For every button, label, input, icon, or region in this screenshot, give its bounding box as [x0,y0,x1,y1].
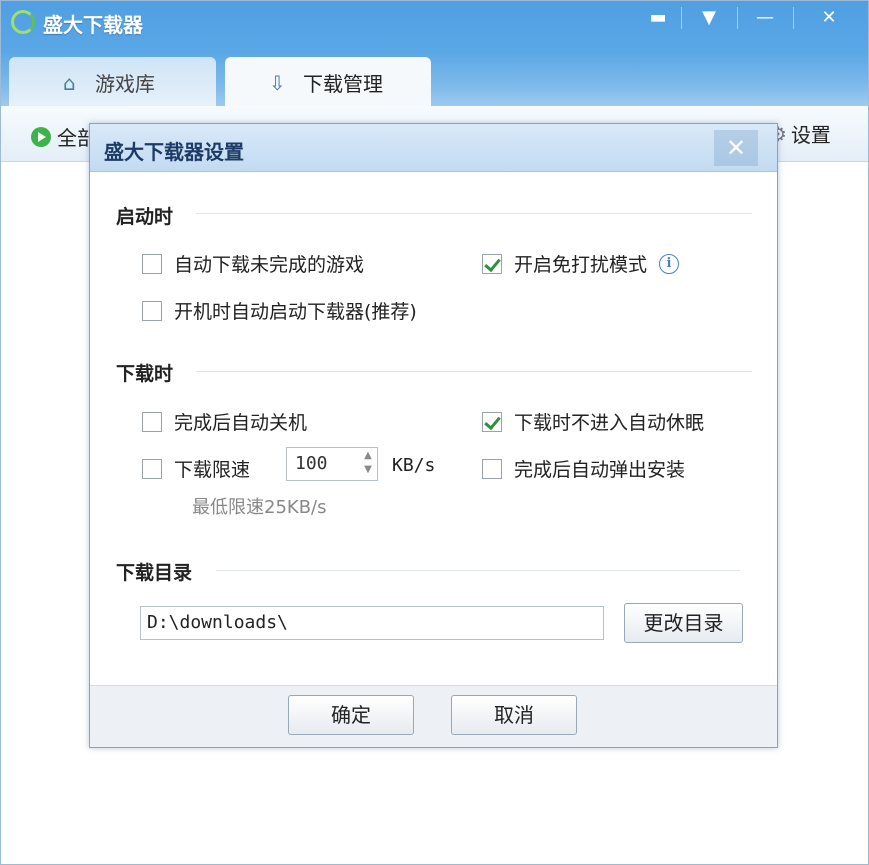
section-heading-startup: 启动时 [116,206,174,228]
option-label: 完成后自动关机 [174,412,308,434]
tab-download-manager[interactable]: ⇩ 下载管理 [225,57,431,107]
section-heading-directory: 下载目录 [116,562,193,584]
change-directory-button[interactable]: 更改目录 [624,603,743,643]
option-label: 下载时不进入自动休眠 [514,412,705,434]
start-all-button[interactable]: 全部 [31,122,97,151]
download-directory-input[interactable]: D:\downloads\ [140,606,604,640]
option-label: 开启免打扰模式 [514,254,648,276]
speed-unit: KB/s [392,455,436,476]
option-auto-download[interactable]: 自动下载未完成的游戏 [142,250,364,277]
home-icon: ⌂ [63,71,76,95]
checkbox[interactable] [142,300,162,321]
divider [196,213,752,214]
chat-icon[interactable]: ▬ [638,3,678,33]
checkbox[interactable] [142,458,162,479]
title-bar: 盛大下载器 ▬ ▼ — ✕ ⌂ 游戏库 ⇩ 下载管理 [1,1,868,113]
dialog-footer: 确定 取消 [90,685,777,747]
settings-dialog: 盛大下载器设置 ✕ 启动时 自动下载未完成的游戏 开启免打扰模式 i 开机时自动… [89,123,778,748]
close-icon[interactable]: ✕ [714,130,758,166]
dialog-title: 盛大下载器设置 [104,140,244,164]
window-separator [793,7,794,29]
menu-dropdown-icon[interactable]: ▼ [689,3,729,33]
section-heading-downloading: 下载时 [116,363,174,385]
option-shutdown[interactable]: 完成后自动关机 [142,408,307,435]
option-auto-install[interactable]: 完成后自动弹出安装 [482,455,685,482]
option-label: 完成后自动弹出安装 [514,459,686,481]
divider [216,570,740,571]
settings-label: 设置 [790,123,831,147]
checkbox[interactable] [482,458,502,479]
dialog-header: 盛大下载器设置 ✕ [90,124,777,172]
close-window-icon[interactable]: ✕ [809,3,849,33]
option-label: 开机时自动启动下载器(推荐) [174,301,417,323]
option-do-not-disturb[interactable]: 开启免打扰模式 i [482,250,680,277]
play-icon [31,126,51,147]
divider [196,371,752,372]
tab-label: 游戏库 [95,71,155,96]
checkbox[interactable] [482,253,502,274]
option-autostart[interactable]: 开机时自动启动下载器(推荐) [142,297,417,324]
window-separator [681,7,682,29]
option-label: 下载限速 [174,459,251,481]
settings-button[interactable]: ⚙ 设置 [769,119,831,148]
option-label: 自动下载未完成的游戏 [174,254,365,276]
cancel-button[interactable]: 取消 [451,695,577,735]
option-speed-limit[interactable]: 下载限速 [142,455,250,482]
tab-game-library[interactable]: ⌂ 游戏库 [9,57,216,107]
tab-label: 下载管理 [303,71,383,96]
app-title: 盛大下载器 [43,13,143,37]
checkbox[interactable] [482,411,502,432]
app-logo-icon [11,10,35,34]
option-no-sleep[interactable]: 下载时不进入自动休眠 [482,408,704,435]
minimize-icon[interactable]: — [745,3,785,33]
speed-stepper[interactable]: ▲ ▼ [360,449,376,479]
speed-hint: 最低限速25KB/s [192,497,327,518]
window-separator [737,7,738,29]
ok-button[interactable]: 确定 [288,695,414,735]
checkbox[interactable] [142,253,162,274]
download-icon: ⇩ [269,71,286,95]
checkbox[interactable] [142,411,162,432]
info-icon[interactable]: i [659,253,680,274]
